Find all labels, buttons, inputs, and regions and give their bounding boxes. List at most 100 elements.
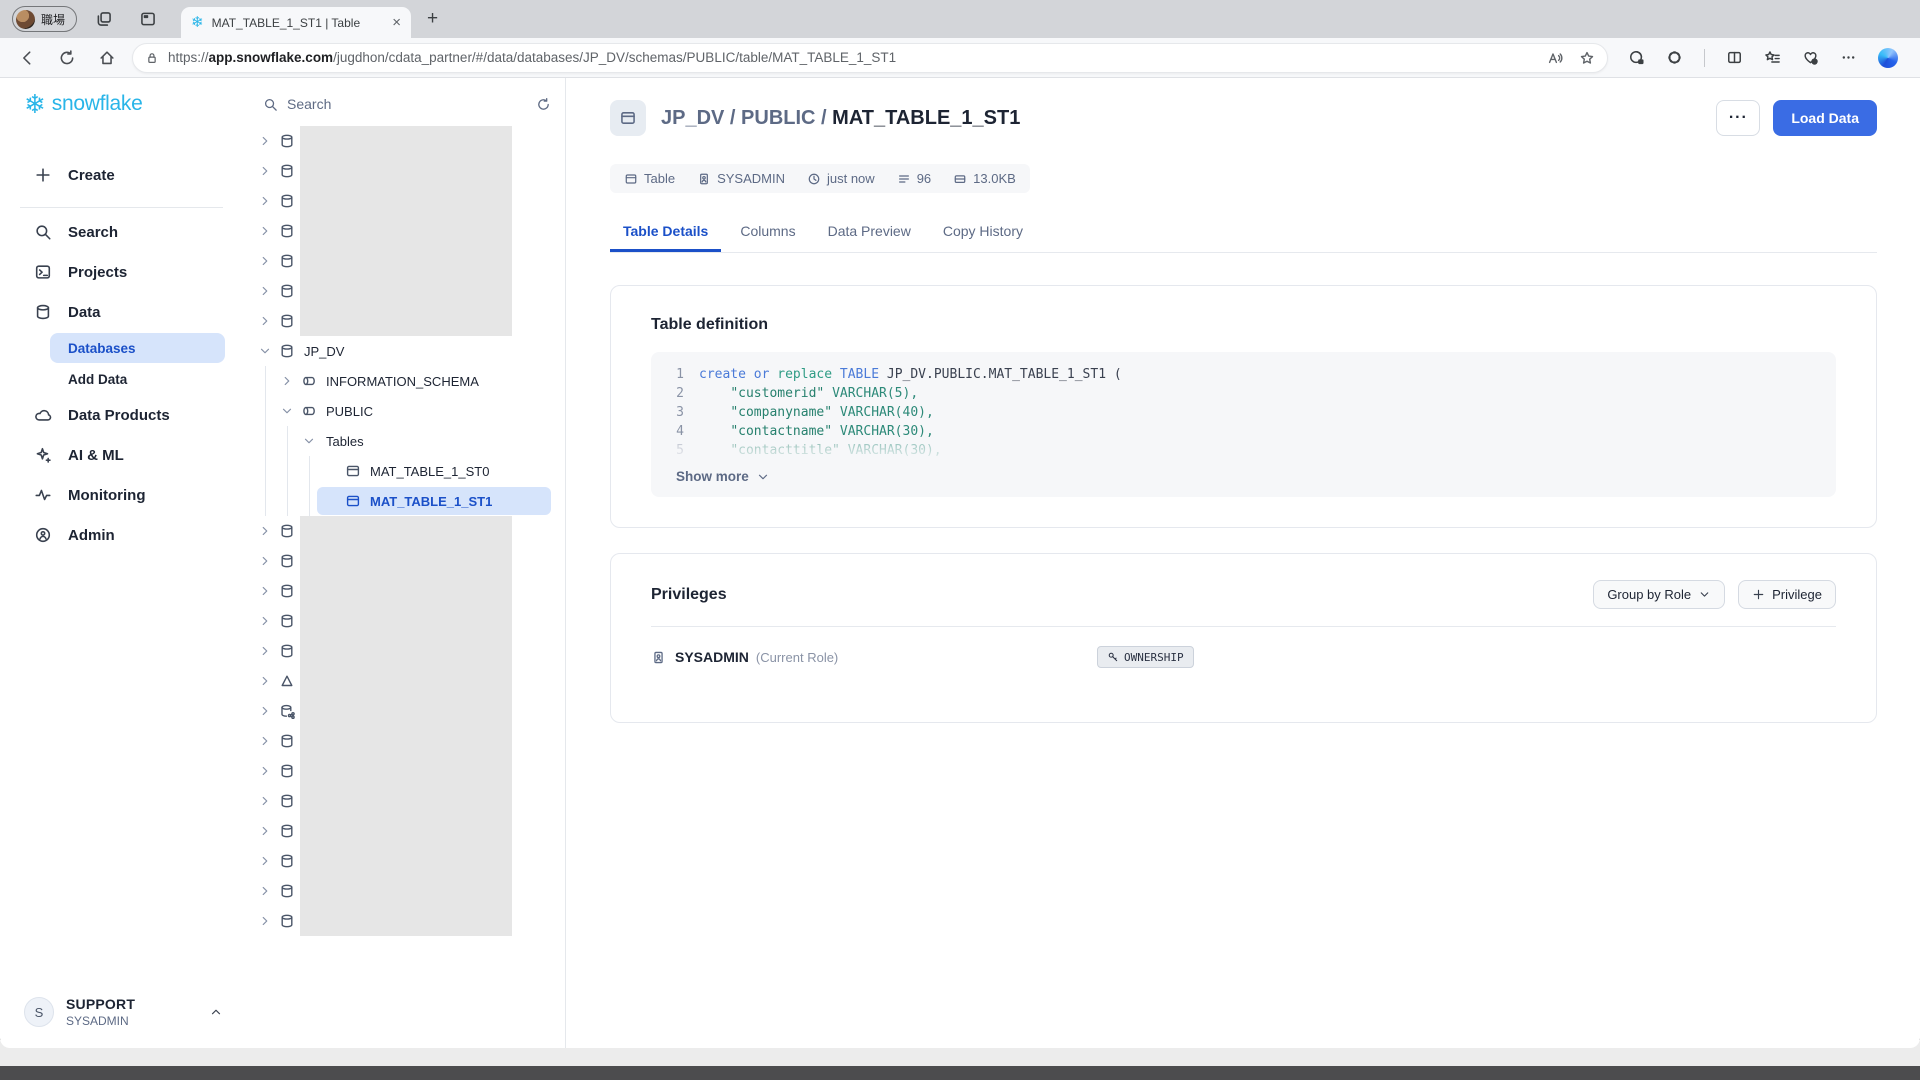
extensions-clover-icon[interactable]: [1666, 49, 1683, 66]
browser-profile-button[interactable]: 職場: [12, 6, 77, 32]
add-privilege-button[interactable]: Privilege: [1738, 580, 1836, 609]
refresh-icon[interactable]: [52, 43, 82, 73]
sidebar-item-monitoring[interactable]: Monitoring: [18, 475, 225, 515]
chevron-right-icon[interactable]: [257, 703, 273, 719]
chevron-right-icon[interactable]: [257, 163, 273, 179]
new-tab-button[interactable]: +: [427, 8, 438, 30]
database-icon: [279, 613, 295, 629]
workspaces-icon[interactable]: [87, 5, 121, 33]
copilot-icon[interactable]: [1878, 48, 1898, 68]
sidebar-item-ai-ml[interactable]: AI & ML: [18, 435, 225, 475]
tree-row-mat_table_1_st0[interactable]: MAT_TABLE_1_ST0: [243, 456, 565, 486]
chevron-down-icon[interactable]: [301, 433, 317, 449]
more-actions-button[interactable]: ···: [1716, 100, 1760, 136]
chevron-right-icon[interactable]: [257, 763, 273, 779]
tree-search-input[interactable]: [287, 96, 527, 112]
chevron-right-icon[interactable]: [257, 823, 273, 839]
tree-row-database[interactable]: [243, 576, 565, 606]
chevron-right-icon[interactable]: [257, 553, 273, 569]
tree-row-tables[interactable]: Tables: [243, 426, 565, 456]
breadcrumb-path[interactable]: JP_DV / PUBLIC /: [661, 107, 832, 129]
chevron-right-icon[interactable]: [257, 313, 273, 329]
browser-essentials-icon[interactable]: [1802, 49, 1819, 66]
tab-table-details[interactable]: Table Details: [610, 213, 721, 252]
tree-row-database[interactable]: [243, 126, 565, 156]
create-button[interactable]: Create: [18, 155, 225, 195]
chevron-right-icon[interactable]: [257, 643, 273, 659]
table-icon: [624, 172, 638, 186]
chevron-right-icon[interactable]: [257, 133, 273, 149]
tree-row-jp_dv[interactable]: JP_DV: [243, 336, 565, 366]
sidebar-subitem-databases[interactable]: Databases: [50, 333, 225, 363]
tree-row-information_schema[interactable]: INFORMATION_SCHEMA: [243, 366, 565, 396]
address-bar[interactable]: https://app.snowflake.com/jugdhon/cdata_…: [132, 43, 1608, 73]
tree-row-database[interactable]: [243, 156, 565, 186]
sidebar-item-admin[interactable]: Admin: [18, 515, 225, 555]
tree-row-database[interactable]: [243, 606, 565, 636]
tree-row-database[interactable]: [243, 246, 565, 276]
tree-row-database[interactable]: [243, 216, 565, 246]
favorites-bar-icon[interactable]: [1764, 49, 1781, 66]
account-role: SYSADMIN: [66, 1014, 209, 1028]
chevron-right-icon[interactable]: [257, 253, 273, 269]
chevron-right-icon[interactable]: [257, 853, 273, 869]
browser-tab[interactable]: ❄ MAT_TABLE_1_ST1 | Table ×: [181, 7, 411, 38]
tree-row-database[interactable]: [243, 186, 565, 216]
refresh-tree-icon[interactable]: [536, 97, 551, 112]
chevron-right-icon[interactable]: [257, 613, 273, 629]
chevron-right-icon[interactable]: [257, 793, 273, 809]
chevron-right-icon[interactable]: [257, 193, 273, 209]
tree-row-database[interactable]: [243, 756, 565, 786]
group-by-role-button[interactable]: Group by Role: [1593, 580, 1725, 609]
chevron-right-icon[interactable]: [257, 913, 273, 929]
chevron-right-icon[interactable]: [257, 223, 273, 239]
tree-row-database[interactable]: [243, 516, 565, 546]
vertical-tabs-icon[interactable]: [131, 5, 165, 33]
tree-row-shared-database[interactable]: [243, 696, 565, 726]
sidebar-item-projects[interactable]: Projects: [18, 252, 225, 292]
tree-row-database[interactable]: [243, 726, 565, 756]
back-icon[interactable]: [12, 43, 42, 73]
tree-row-app[interactable]: [243, 666, 565, 696]
tab-data-preview[interactable]: Data Preview: [815, 213, 924, 252]
chevron-right-icon[interactable]: [257, 733, 273, 749]
tree-row-database[interactable]: [243, 906, 565, 936]
tree-row-database[interactable]: [243, 276, 565, 306]
read-aloud-icon[interactable]: [1547, 50, 1563, 66]
snowflake-logo[interactable]: ❄ snowflake: [24, 91, 225, 117]
tree-row-database[interactable]: [243, 306, 565, 336]
tab-copy-history[interactable]: Copy History: [930, 213, 1036, 252]
show-more-button[interactable]: Show more: [651, 460, 1836, 497]
sidebar-item-data[interactable]: Data: [18, 292, 225, 332]
chevron-right-icon[interactable]: [257, 283, 273, 299]
account-menu[interactable]: S SUPPORT SYSADMIN: [24, 996, 223, 1028]
tree-row-database[interactable]: [243, 786, 565, 816]
chevron-down-icon[interactable]: [257, 343, 273, 359]
tree-row-database[interactable]: [243, 636, 565, 666]
sidebar-subitem-add-data[interactable]: Add Data: [50, 364, 225, 394]
tree-row-database[interactable]: [243, 816, 565, 846]
tab-columns[interactable]: Columns: [727, 213, 808, 252]
account-name: SUPPORT: [66, 996, 209, 1012]
more-dots-icon[interactable]: [1840, 49, 1857, 66]
tree-row-mat_table_1_st1[interactable]: MAT_TABLE_1_ST1: [243, 486, 565, 516]
tree-row-database[interactable]: [243, 876, 565, 906]
favorite-star-icon[interactable]: [1579, 50, 1595, 66]
chevron-right-icon[interactable]: [279, 373, 295, 389]
tree-row-database[interactable]: [243, 846, 565, 876]
chevron-down-icon[interactable]: [279, 403, 295, 419]
tree-row-database[interactable]: [243, 546, 565, 576]
home-icon[interactable]: [92, 43, 122, 73]
tab-close-icon[interactable]: ×: [392, 15, 401, 30]
password-manager-icon[interactable]: [1628, 49, 1645, 66]
split-screen-icon[interactable]: [1726, 49, 1743, 66]
chevron-right-icon[interactable]: [257, 583, 273, 599]
tree-row-public[interactable]: PUBLIC: [243, 396, 565, 426]
chevron-right-icon[interactable]: [257, 523, 273, 539]
sidebar-item-search[interactable]: Search: [18, 212, 225, 252]
chevron-right-icon[interactable]: [257, 673, 273, 689]
load-data-button[interactable]: Load Data: [1773, 100, 1877, 136]
sidebar-item-data-products[interactable]: Data Products: [18, 395, 225, 435]
chevron-right-icon[interactable]: [257, 883, 273, 899]
meta-table-value: Table: [644, 171, 675, 186]
